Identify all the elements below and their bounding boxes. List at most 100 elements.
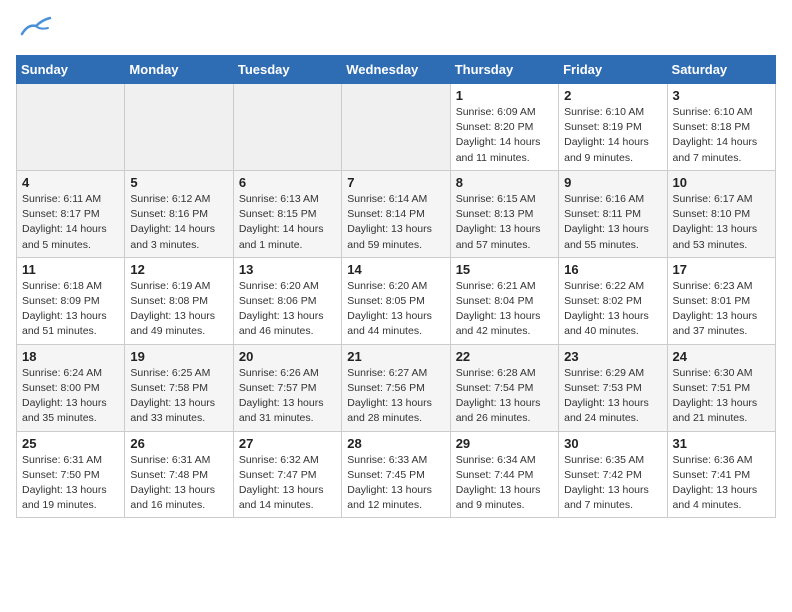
calendar-cell: 4 Sunrise: 6:11 AM Sunset: 8:17 PM Daylig… (17, 170, 125, 257)
column-header-wednesday: Wednesday (342, 56, 450, 84)
day-info: Sunrise: 6:23 AM Sunset: 8:01 PM Dayligh… (673, 279, 770, 340)
day-number: 9 (564, 175, 661, 190)
logo-bird-icon (20, 16, 52, 43)
day-number: 4 (22, 175, 119, 190)
day-number: 31 (673, 436, 770, 451)
day-info: Sunrise: 6:18 AM Sunset: 8:09 PM Dayligh… (22, 279, 119, 340)
calendar-cell: 22 Sunrise: 6:28 AM Sunset: 7:54 PM Dayli… (450, 344, 558, 431)
calendar-week-1: 1 Sunrise: 6:09 AM Sunset: 8:20 PM Daylig… (17, 84, 776, 171)
day-info: Sunrise: 6:36 AM Sunset: 7:41 PM Dayligh… (673, 453, 770, 514)
calendar-week-3: 11 Sunrise: 6:18 AM Sunset: 8:09 PM Dayli… (17, 257, 776, 344)
calendar-week-5: 25 Sunrise: 6:31 AM Sunset: 7:50 PM Dayli… (17, 431, 776, 518)
day-number: 25 (22, 436, 119, 451)
day-number: 10 (673, 175, 770, 190)
day-info: Sunrise: 6:15 AM Sunset: 8:13 PM Dayligh… (456, 192, 553, 253)
day-number: 11 (22, 262, 119, 277)
calendar-cell (17, 84, 125, 171)
calendar-table: SundayMondayTuesdayWednesdayThursdayFrid… (16, 55, 776, 518)
calendar-cell: 8 Sunrise: 6:15 AM Sunset: 8:13 PM Daylig… (450, 170, 558, 257)
calendar-cell: 21 Sunrise: 6:27 AM Sunset: 7:56 PM Dayli… (342, 344, 450, 431)
day-info: Sunrise: 6:20 AM Sunset: 8:05 PM Dayligh… (347, 279, 444, 340)
calendar-cell: 15 Sunrise: 6:21 AM Sunset: 8:04 PM Dayli… (450, 257, 558, 344)
day-info: Sunrise: 6:11 AM Sunset: 8:17 PM Dayligh… (22, 192, 119, 253)
day-number: 16 (564, 262, 661, 277)
calendar-cell: 3 Sunrise: 6:10 AM Sunset: 8:18 PM Daylig… (667, 84, 775, 171)
day-info: Sunrise: 6:22 AM Sunset: 8:02 PM Dayligh… (564, 279, 661, 340)
calendar-week-4: 18 Sunrise: 6:24 AM Sunset: 8:00 PM Dayli… (17, 344, 776, 431)
calendar-cell: 29 Sunrise: 6:34 AM Sunset: 7:44 PM Dayli… (450, 431, 558, 518)
calendar-cell: 30 Sunrise: 6:35 AM Sunset: 7:42 PM Dayli… (559, 431, 667, 518)
calendar-cell: 7Sunrise: 6:14 AM Sunset: 8:14 PM Daylig… (342, 170, 450, 257)
day-info: Sunrise: 6:10 AM Sunset: 8:18 PM Dayligh… (673, 105, 770, 166)
calendar-week-2: 4 Sunrise: 6:11 AM Sunset: 8:17 PM Daylig… (17, 170, 776, 257)
logo (16, 16, 52, 43)
day-info: Sunrise: 6:25 AM Sunset: 7:58 PM Dayligh… (130, 366, 227, 427)
day-number: 29 (456, 436, 553, 451)
calendar-cell: 19 Sunrise: 6:25 AM Sunset: 7:58 PM Dayli… (125, 344, 233, 431)
calendar-cell: 18 Sunrise: 6:24 AM Sunset: 8:00 PM Dayli… (17, 344, 125, 431)
column-header-saturday: Saturday (667, 56, 775, 84)
day-info: Sunrise: 6:20 AM Sunset: 8:06 PM Dayligh… (239, 279, 336, 340)
calendar-cell: 9 Sunrise: 6:16 AM Sunset: 8:11 PM Daylig… (559, 170, 667, 257)
day-number: 28 (347, 436, 444, 451)
calendar-cell (125, 84, 233, 171)
column-header-tuesday: Tuesday (233, 56, 341, 84)
day-number: 26 (130, 436, 227, 451)
day-number: 15 (456, 262, 553, 277)
day-number: 19 (130, 349, 227, 364)
day-info: Sunrise: 6:16 AM Sunset: 8:11 PM Dayligh… (564, 192, 661, 253)
day-number: 5 (130, 175, 227, 190)
column-header-thursday: Thursday (450, 56, 558, 84)
calendar-cell: 13Sunrise: 6:20 AM Sunset: 8:06 PM Dayli… (233, 257, 341, 344)
day-number: 3 (673, 88, 770, 103)
day-info: Sunrise: 6:27 AM Sunset: 7:56 PM Dayligh… (347, 366, 444, 427)
day-info: Sunrise: 6:10 AM Sunset: 8:19 PM Dayligh… (564, 105, 661, 166)
calendar-cell: 2Sunrise: 6:10 AM Sunset: 8:19 PM Daylig… (559, 84, 667, 171)
calendar-cell: 10 Sunrise: 6:17 AM Sunset: 8:10 PM Dayli… (667, 170, 775, 257)
calendar-cell: 26 Sunrise: 6:31 AM Sunset: 7:48 PM Dayli… (125, 431, 233, 518)
day-info: Sunrise: 6:31 AM Sunset: 7:48 PM Dayligh… (130, 453, 227, 514)
calendar-cell: 27 Sunrise: 6:32 AM Sunset: 7:47 PM Dayli… (233, 431, 341, 518)
calendar-cell: 16 Sunrise: 6:22 AM Sunset: 8:02 PM Dayli… (559, 257, 667, 344)
calendar-cell (233, 84, 341, 171)
header (16, 16, 776, 43)
day-number: 24 (673, 349, 770, 364)
day-info: Sunrise: 6:14 AM Sunset: 8:14 PM Dayligh… (347, 192, 444, 253)
day-number: 21 (347, 349, 444, 364)
calendar-cell: 25 Sunrise: 6:31 AM Sunset: 7:50 PM Dayli… (17, 431, 125, 518)
calendar-cell: 31 Sunrise: 6:36 AM Sunset: 7:41 PM Dayli… (667, 431, 775, 518)
day-info: Sunrise: 6:19 AM Sunset: 8:08 PM Dayligh… (130, 279, 227, 340)
day-info: Sunrise: 6:33 AM Sunset: 7:45 PM Dayligh… (347, 453, 444, 514)
calendar-cell: 5 Sunrise: 6:12 AM Sunset: 8:16 PM Daylig… (125, 170, 233, 257)
day-info: Sunrise: 6:26 AM Sunset: 7:57 PM Dayligh… (239, 366, 336, 427)
day-number: 1 (456, 88, 553, 103)
day-number: 18 (22, 349, 119, 364)
day-info: Sunrise: 6:29 AM Sunset: 7:53 PM Dayligh… (564, 366, 661, 427)
day-info: Sunrise: 6:31 AM Sunset: 7:50 PM Dayligh… (22, 453, 119, 514)
day-info: Sunrise: 6:30 AM Sunset: 7:51 PM Dayligh… (673, 366, 770, 427)
day-info: Sunrise: 6:35 AM Sunset: 7:42 PM Dayligh… (564, 453, 661, 514)
column-header-sunday: Sunday (17, 56, 125, 84)
calendar-header-row: SundayMondayTuesdayWednesdayThursdayFrid… (17, 56, 776, 84)
day-info: Sunrise: 6:12 AM Sunset: 8:16 PM Dayligh… (130, 192, 227, 253)
day-number: 23 (564, 349, 661, 364)
calendar-cell: 24 Sunrise: 6:30 AM Sunset: 7:51 PM Dayli… (667, 344, 775, 431)
column-header-monday: Monday (125, 56, 233, 84)
day-info: Sunrise: 6:21 AM Sunset: 8:04 PM Dayligh… (456, 279, 553, 340)
calendar-cell: 20Sunrise: 6:26 AM Sunset: 7:57 PM Dayli… (233, 344, 341, 431)
day-info: Sunrise: 6:24 AM Sunset: 8:00 PM Dayligh… (22, 366, 119, 427)
calendar-cell: 1 Sunrise: 6:09 AM Sunset: 8:20 PM Daylig… (450, 84, 558, 171)
column-header-friday: Friday (559, 56, 667, 84)
day-info: Sunrise: 6:28 AM Sunset: 7:54 PM Dayligh… (456, 366, 553, 427)
day-info: Sunrise: 6:32 AM Sunset: 7:47 PM Dayligh… (239, 453, 336, 514)
day-number: 30 (564, 436, 661, 451)
day-number: 22 (456, 349, 553, 364)
day-info: Sunrise: 6:34 AM Sunset: 7:44 PM Dayligh… (456, 453, 553, 514)
day-info: Sunrise: 6:17 AM Sunset: 8:10 PM Dayligh… (673, 192, 770, 253)
day-number: 8 (456, 175, 553, 190)
calendar-cell: 12Sunrise: 6:19 AM Sunset: 8:08 PM Dayli… (125, 257, 233, 344)
calendar-cell: 6Sunrise: 6:13 AM Sunset: 8:15 PM Daylig… (233, 170, 341, 257)
day-info: Sunrise: 6:09 AM Sunset: 8:20 PM Dayligh… (456, 105, 553, 166)
calendar-cell (342, 84, 450, 171)
day-number: 27 (239, 436, 336, 451)
